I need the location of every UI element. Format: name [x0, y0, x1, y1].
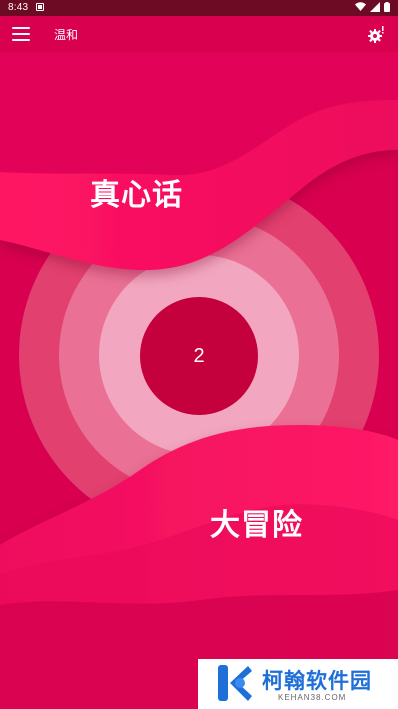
status-time: 8:43 — [8, 2, 29, 13]
notification-icon — [36, 3, 44, 11]
wifi-icon — [355, 2, 366, 11]
settings-gear-icon[interactable] — [366, 25, 386, 45]
site-watermark: 柯翰软件园 KEHAN38.COM — [198, 659, 398, 709]
watermark-domain: KEHAN38.COM — [278, 693, 347, 702]
kehan-logo-icon — [218, 665, 252, 701]
player-count[interactable]: 2 — [140, 297, 258, 415]
watermark-name: 柯翰软件园 — [262, 669, 372, 693]
status-icons — [355, 2, 390, 12]
dare-option[interactable]: 大冒险 — [210, 500, 303, 544]
truth-option[interactable]: 真心话 — [90, 170, 183, 214]
top-toolbar: 温和 — [0, 16, 398, 52]
status-bar: 8:43 — [0, 0, 398, 16]
app-screen: 8:43 温和 真心话 2 大冒险 柯翰软件园 KEHAN38.COM — [0, 0, 398, 709]
battery-icon — [384, 2, 390, 12]
hamburger-menu-icon[interactable] — [10, 25, 32, 43]
mode-label[interactable]: 温和 — [54, 26, 78, 43]
signal-icon — [370, 2, 380, 12]
